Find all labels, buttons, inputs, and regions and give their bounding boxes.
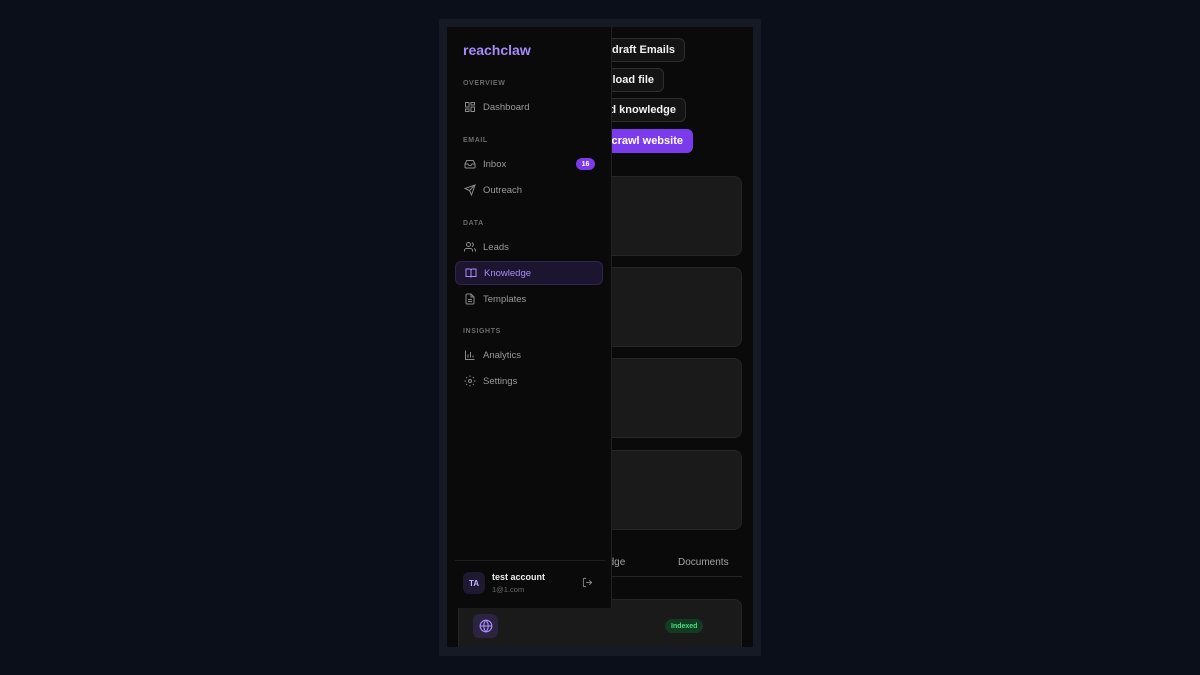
bar-chart-icon: [464, 349, 476, 361]
section-email: EMAIL: [463, 137, 488, 144]
sidebar-item-settings[interactable]: Settings: [455, 369, 603, 393]
sidebar-item-label: Dashboard: [483, 101, 530, 113]
sidebar-item-leads[interactable]: Leads: [455, 235, 603, 259]
tab-documents[interactable]: Documents: [678, 557, 729, 568]
app-screen: e-draft Emails pload file dd knowledge e…: [447, 27, 753, 647]
user-email: 1@1.com: [492, 585, 525, 594]
gear-icon: [464, 375, 476, 387]
section-insights: INSIGHTS: [463, 328, 501, 335]
sidebar-item-label: Knowledge: [484, 267, 532, 279]
sidebar-item-label: Settings: [483, 375, 518, 387]
sidebar-item-label: Templates: [483, 293, 527, 305]
status-badge: Indexed: [665, 619, 704, 633]
globe-icon: [473, 614, 498, 638]
send-icon: [464, 184, 476, 196]
dashboard-icon: [464, 101, 476, 113]
book-icon: [465, 267, 477, 279]
section-overview: OVERVIEW: [463, 80, 506, 87]
sidebar-item-label: Leads: [483, 241, 509, 253]
users-icon: [464, 241, 476, 253]
sidebar-item-label: Outreach: [483, 184, 523, 196]
sidebar-item-outreach[interactable]: Outreach: [455, 178, 603, 202]
section-data: DATA: [463, 220, 484, 227]
sidebar-item-inbox[interactable]: Inbox 16: [455, 152, 603, 176]
inbox-count-badge: 16: [576, 158, 595, 170]
sidebar: reachclaw OVERVIEW Dashboard EMAIL Inbox…: [447, 27, 612, 608]
avatar[interactable]: TA: [463, 572, 485, 594]
inbox-icon: [464, 158, 476, 170]
sidebar-item-dashboard[interactable]: Dashboard: [455, 95, 603, 119]
sidebar-item-knowledge[interactable]: Knowledge: [455, 261, 603, 285]
app-logo[interactable]: reachclaw: [463, 42, 531, 58]
sidebar-item-templates[interactable]: Templates: [455, 287, 603, 311]
sidebar-item-label: Analytics: [483, 349, 522, 361]
user-name: test account: [492, 572, 546, 582]
file-text-icon: [464, 293, 476, 305]
user-profile: TA test account 1@1.com: [455, 560, 605, 608]
sidebar-item-label: Inbox: [483, 158, 507, 170]
logout-icon[interactable]: [582, 577, 593, 588]
sidebar-item-analytics[interactable]: Analytics: [455, 343, 603, 367]
